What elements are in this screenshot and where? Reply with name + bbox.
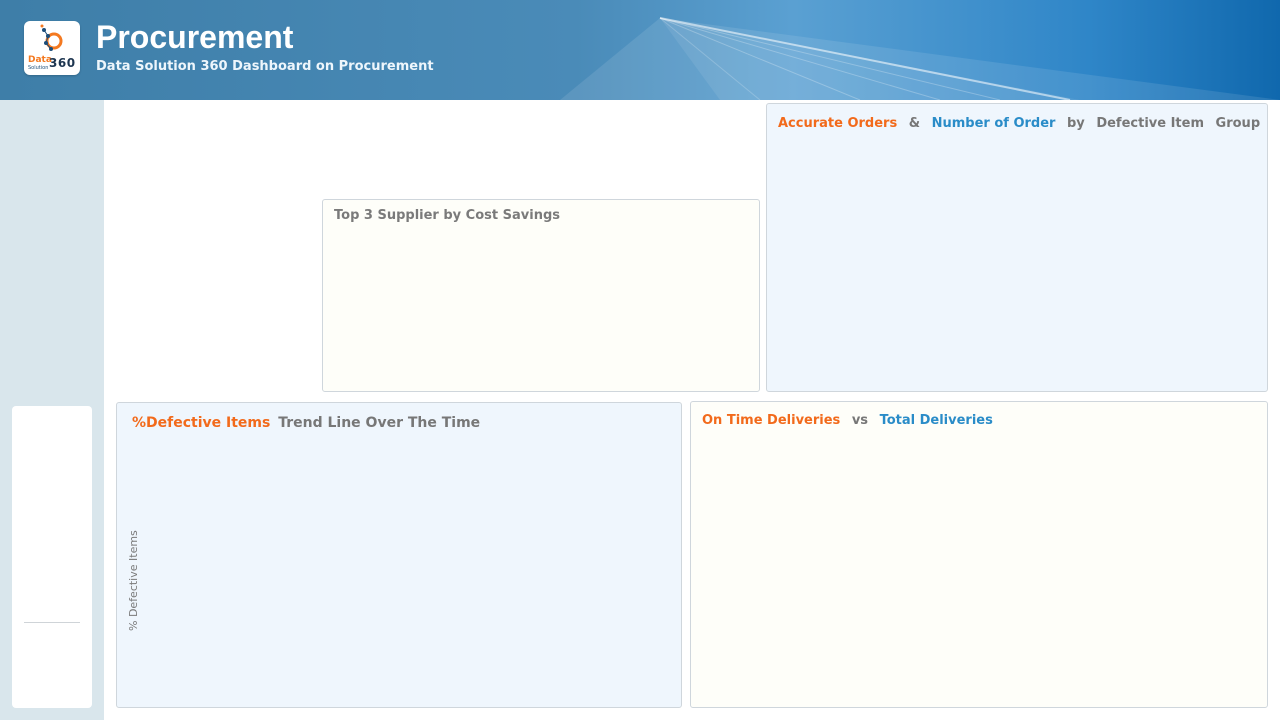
- logo-text-solution: Solution: [28, 65, 49, 71]
- title-trend-line: Trend Line Over The Time: [278, 415, 481, 431]
- title-ampersand: &: [908, 116, 921, 131]
- page-title: Procurement: [96, 19, 294, 55]
- title-defective-items: %Defective Items: [132, 415, 271, 431]
- header-banner: Data Solution 360 Procurement Data Solut…: [0, 0, 1280, 100]
- title-on-time-deliveries: On Time Deliveries: [702, 413, 841, 428]
- accurate-orders-title: Accurate Orders & Number of Order by Def…: [778, 116, 1267, 131]
- title-total-deliveries: Total Deliveries: [879, 413, 993, 428]
- logo-text-360: 360: [49, 56, 76, 70]
- y-axis-label: % Defective Items: [127, 530, 140, 631]
- top3-supplier-card[interactable]: Top 3 Supplier by Cost Savings: [322, 199, 760, 392]
- top3-supplier-title: Top 3 Supplier by Cost Savings: [334, 208, 560, 223]
- title-by: by: [1067, 116, 1085, 131]
- ontime-deliveries-title: On Time Deliveries vs Total Deliveries: [702, 413, 1000, 428]
- accurate-orders-card[interactable]: Accurate Orders & Number of Order by Def…: [766, 103, 1268, 392]
- title-vs: vs: [851, 413, 869, 428]
- sidebar-filter-card[interactable]: [12, 406, 92, 708]
- title-accurate-orders: Accurate Orders: [778, 116, 898, 131]
- defective-trend-title: %Defective Items Trend Line Over The Tim…: [132, 415, 487, 431]
- logo-mark-icon: [40, 24, 63, 51]
- ontime-deliveries-card[interactable]: On Time Deliveries vs Total Deliveries: [690, 401, 1268, 708]
- page-subtitle: Data Solution 360 Dashboard on Procureme…: [96, 59, 434, 74]
- title-group: Group: [1215, 116, 1261, 131]
- title-defective-item: Defective Item: [1096, 116, 1205, 131]
- title-number-of-order: Number of Order: [931, 116, 1056, 131]
- filter-sidebar: [0, 100, 104, 720]
- data-solution-360-logo: Data Solution 360: [24, 21, 80, 75]
- sidebar-divider: [24, 622, 80, 623]
- building-background-graphic: [560, 17, 1280, 100]
- defective-items-trend-card[interactable]: %Defective Items Trend Line Over The Tim…: [116, 402, 682, 708]
